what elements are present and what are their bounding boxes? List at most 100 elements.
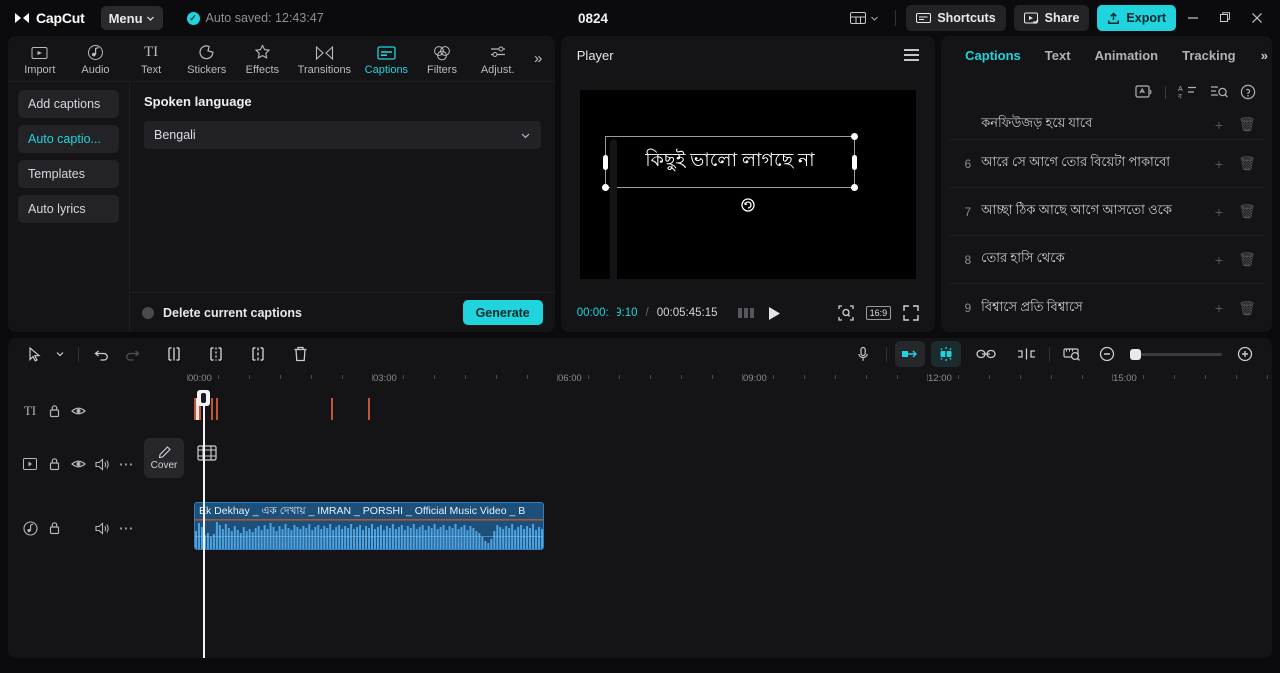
playhead-handle[interactable] — [197, 390, 210, 406]
list-item[interactable]: 9 বিশ্বাসে প্রতি বিশ্বাসে + 🗑 — [949, 284, 1264, 332]
share-button[interactable]: Share — [1013, 5, 1090, 31]
tool-effects[interactable]: Effects — [235, 41, 291, 76]
tool-import[interactable]: Import — [12, 41, 68, 76]
tool-stickers[interactable]: Stickers — [179, 41, 235, 76]
caption-bounding-box[interactable]: কিছুই ভালো লাগছে না — [601, 132, 858, 332]
trash-icon[interactable]: 🗑 — [1238, 203, 1256, 220]
plus-icon[interactable]: + — [1210, 204, 1228, 220]
sidebar-item-add-captions[interactable]: Add captions — [18, 90, 119, 118]
trash-icon[interactable]: 🗑 — [1238, 155, 1256, 172]
text-clip[interactable] — [368, 398, 370, 420]
shortcuts-button[interactable]: Shortcuts — [906, 5, 1006, 31]
lock-icon[interactable] — [42, 399, 66, 423]
frames-icon[interactable] — [737, 307, 755, 319]
split-icon[interactable] — [159, 341, 189, 367]
resize-handle-bottom-left[interactable] — [601, 183, 609, 191]
rotate-icon[interactable] — [740, 197, 756, 213]
tool-captions[interactable]: Captions — [359, 41, 415, 76]
list-item[interactable]: কনফিউজড় হয়ে যাবে + 🗑 — [949, 110, 1264, 140]
preview-icon[interactable] — [1058, 341, 1088, 367]
tool-audio[interactable]: Audio — [68, 41, 124, 76]
trash-icon[interactable]: 🗑 — [1238, 251, 1256, 268]
tool-filters[interactable]: Filters — [414, 41, 470, 76]
zoom-in-icon[interactable] — [1230, 341, 1260, 367]
volume-icon[interactable] — [90, 452, 114, 476]
timeline-ruler[interactable]: 00:00 03:00 06:00 09:00 12:00 15:00 — [138, 370, 1272, 390]
tab-captions[interactable]: Captions — [953, 48, 1033, 63]
maximize-button[interactable] — [1210, 3, 1240, 33]
timeline-zoom-slider[interactable] — [1130, 348, 1222, 360]
plus-icon[interactable]: + — [1210, 117, 1228, 133]
microphone-icon[interactable] — [848, 341, 878, 367]
help-icon[interactable] — [1240, 84, 1256, 100]
sidebar-item-templates[interactable]: Templates — [18, 160, 119, 188]
zoom-slider-handle[interactable] — [1130, 348, 1141, 360]
zoom-out-icon[interactable] — [1092, 341, 1122, 367]
audio-clip[interactable]: Ek Dekhay _ এক দেখায় _ IMRAN _ PORSHI _ … — [194, 502, 544, 550]
caption-text[interactable]: আচ্ছা ঠিক আছে আগে আসতো ওকে — [981, 201, 1200, 222]
resize-handle-left[interactable] — [602, 154, 608, 170]
undo-icon[interactable] — [87, 341, 117, 367]
select-arrow-icon[interactable] — [20, 341, 50, 367]
track-body-audio[interactable]: Ek Dekhay _ এক দেখায় _ IMRAN _ PORSHI _ … — [138, 496, 1272, 560]
text-clip[interactable] — [216, 398, 218, 420]
trash-icon[interactable]: 🗑 — [1238, 300, 1256, 317]
caption-text[interactable]: আরে সে আগে তোর বিয়েটা পাকাবো — [981, 153, 1200, 174]
aspect-ratio-button[interactable]: 16:9 — [865, 306, 892, 320]
delete-current-captions-toggle[interactable] — [142, 306, 154, 319]
chevron-down-icon[interactable] — [50, 341, 70, 367]
more-options-icon[interactable]: ⋯ — [114, 452, 138, 476]
plus-icon[interactable]: + — [1210, 252, 1228, 268]
caption-text[interactable]: বিশ্বাসে প্রতি বিশ্বাসে — [981, 298, 1200, 319]
track-body-text[interactable] — [138, 390, 1272, 432]
close-button[interactable] — [1242, 3, 1272, 33]
sidebar-item-auto-captions[interactable]: Auto captio... — [18, 125, 119, 153]
tab-text[interactable]: Text — [1033, 48, 1083, 63]
resize-handle-bottom-right[interactable] — [850, 183, 858, 191]
keyframe-icon[interactable] — [895, 341, 925, 367]
right-panel-tabs-overflow[interactable]: » — [1261, 48, 1268, 63]
menu-button[interactable]: Menu — [100, 6, 163, 30]
tool-transitions[interactable]: Transitions — [290, 41, 358, 76]
list-item[interactable]: 6 আরে সে আগে তোর বিয়েটা পাকাবো + 🗑 — [949, 140, 1264, 188]
tool-adjust[interactable]: Adjust. — [470, 41, 526, 76]
link-icon[interactable] — [971, 341, 1001, 367]
redo-icon[interactable] — [117, 341, 147, 367]
caption-text[interactable]: তোর হাসি থেকে — [981, 249, 1200, 270]
minimize-button[interactable] — [1178, 3, 1208, 33]
translate-icon[interactable]: Aব — [1178, 84, 1198, 100]
tab-tracking[interactable]: Tracking — [1170, 48, 1247, 63]
trim-end-icon[interactable] — [243, 341, 273, 367]
captions-list[interactable]: কনফিউজড় হয়ে যাবে + 🗑 6 আরে সে আগে তোর বি… — [941, 110, 1272, 332]
text-clip[interactable] — [331, 398, 333, 420]
video-clip[interactable] — [194, 440, 220, 466]
eye-icon[interactable] — [66, 452, 90, 476]
crop-icon[interactable] — [837, 305, 854, 321]
lock-icon[interactable] — [42, 452, 66, 476]
lock-icon[interactable] — [42, 516, 66, 540]
text-to-speech-icon[interactable] — [1135, 84, 1153, 100]
resize-handle-right[interactable] — [851, 154, 857, 170]
more-options-icon[interactable]: ⋯ — [114, 516, 138, 540]
plus-icon[interactable]: + — [1210, 156, 1228, 172]
magnet-icon[interactable] — [931, 341, 961, 367]
caption-text[interactable]: কনফিউজড় হয়ে যাবে — [981, 114, 1200, 135]
sidebar-item-auto-lyrics[interactable]: Auto lyrics — [18, 195, 119, 223]
eye-icon[interactable] — [66, 399, 90, 423]
track-body-video[interactable]: Cover — [138, 432, 1272, 496]
delete-icon[interactable] — [285, 341, 315, 367]
tool-text[interactable]: TI Text — [123, 41, 179, 76]
generate-button[interactable]: Generate — [462, 300, 543, 325]
trim-start-icon[interactable] — [201, 341, 231, 367]
list-item[interactable]: 8 তোর হাসি থেকে + 🗑 — [949, 236, 1264, 284]
cover-button[interactable]: Cover — [144, 438, 184, 478]
volume-icon[interactable] — [90, 516, 114, 540]
resize-handle-top-right[interactable] — [850, 132, 858, 140]
trash-icon[interactable]: 🗑 — [1238, 116, 1256, 133]
list-item[interactable]: 7 আচ্ছা ঠিক আছে আগে আসতো ওকে + 🗑 — [949, 188, 1264, 236]
adjust-clip-icon[interactable] — [1011, 341, 1041, 367]
tool-overflow-button[interactable]: » — [525, 50, 550, 67]
fullscreen-icon[interactable] — [903, 305, 919, 321]
layout-button[interactable] — [844, 7, 885, 29]
resize-handle-top-left[interactable] — [609, 138, 617, 332]
